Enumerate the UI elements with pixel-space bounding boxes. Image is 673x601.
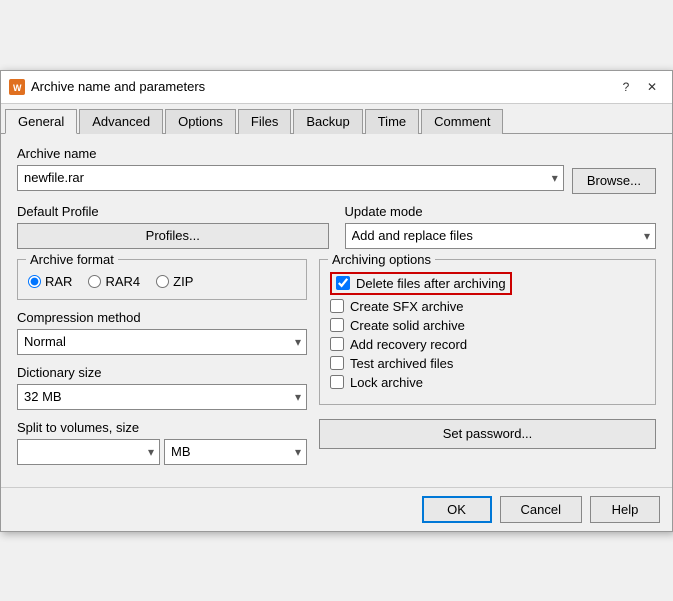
- split-unit-wrapper: B KB MB GB: [164, 439, 307, 465]
- dictionary-size-label: Dictionary size: [17, 365, 307, 380]
- archive-format-label: Archive format: [26, 252, 118, 267]
- delete-files-checkbox[interactable]: [336, 276, 350, 290]
- tab-backup[interactable]: Backup: [293, 109, 362, 134]
- compression-method-select[interactable]: Store Fastest Fast Normal Good Best: [17, 329, 307, 355]
- archive-name-row: Archive name newfile.rar Browse...: [17, 146, 656, 194]
- tab-comment[interactable]: Comment: [421, 109, 503, 134]
- option-create-sfx[interactable]: Create SFX archive: [330, 299, 645, 314]
- set-password-button[interactable]: Set password...: [319, 419, 656, 449]
- test-archived-checkbox[interactable]: [330, 356, 344, 370]
- radio-zip-input[interactable]: [156, 275, 169, 288]
- option-delete-files[interactable]: Delete files after archiving: [336, 276, 506, 291]
- radio-rar[interactable]: RAR: [28, 274, 72, 289]
- lock-archive-checkbox[interactable]: [330, 375, 344, 389]
- compression-method-label: Compression method: [17, 310, 307, 325]
- option-create-solid[interactable]: Create solid archive: [330, 318, 645, 333]
- radio-rar4[interactable]: RAR4: [88, 274, 140, 289]
- compression-method-group: Compression method Store Fastest Fast No…: [17, 310, 307, 355]
- radio-zip[interactable]: ZIP: [156, 274, 193, 289]
- profile-update-row: Default Profile Profiles... Update mode …: [17, 204, 656, 249]
- title-bar: W Archive name and parameters ? ✕: [1, 71, 672, 104]
- svg-text:W: W: [13, 83, 22, 93]
- window-title: Archive name and parameters: [31, 79, 614, 94]
- window-icon: W: [9, 79, 25, 95]
- main-content: Archive name newfile.rar Browse... Defau…: [1, 134, 672, 487]
- footer: OK Cancel Help: [1, 487, 672, 531]
- add-recovery-label: Add recovery record: [350, 337, 467, 352]
- split-value-select[interactable]: [17, 439, 160, 465]
- create-solid-label: Create solid archive: [350, 318, 465, 333]
- option-delete-files-wrapper: Delete files after archiving: [330, 268, 645, 295]
- split-value-wrapper: [17, 439, 160, 465]
- help-footer-button[interactable]: Help: [590, 496, 660, 523]
- create-sfx-checkbox[interactable]: [330, 299, 344, 313]
- archive-name-input[interactable]: newfile.rar: [17, 165, 564, 191]
- delete-files-highlight: Delete files after archiving: [330, 272, 512, 295]
- add-recovery-checkbox[interactable]: [330, 337, 344, 351]
- dictionary-size-wrapper: 128 KB 256 KB 512 KB 1 MB 2 MB 4 MB 8 MB…: [17, 384, 307, 410]
- dictionary-size-group: Dictionary size 128 KB 256 KB 512 KB 1 M…: [17, 365, 307, 410]
- archiving-options-group: Archiving options Delete files after arc…: [319, 259, 656, 405]
- browse-button[interactable]: Browse...: [572, 168, 656, 194]
- close-button[interactable]: ✕: [640, 77, 664, 97]
- delete-files-label: Delete files after archiving: [356, 276, 506, 291]
- tab-general[interactable]: General: [5, 109, 77, 134]
- tab-advanced[interactable]: Advanced: [79, 109, 163, 134]
- radio-rar4-input[interactable]: [88, 275, 101, 288]
- option-lock-archive[interactable]: Lock archive: [330, 375, 645, 390]
- default-profile-label: Default Profile: [17, 204, 329, 219]
- tab-time[interactable]: Time: [365, 109, 419, 134]
- update-mode-label: Update mode: [345, 204, 657, 219]
- option-add-recovery[interactable]: Add recovery record: [330, 337, 645, 352]
- default-profile-col: Default Profile Profiles...: [17, 204, 329, 249]
- archive-name-label: Archive name: [17, 146, 564, 161]
- test-archived-label: Test archived files: [350, 356, 453, 371]
- tab-options[interactable]: Options: [165, 109, 236, 134]
- compression-method-wrapper: Store Fastest Fast Normal Good Best: [17, 329, 307, 355]
- tab-bar: General Advanced Options Files Backup Ti…: [1, 104, 672, 134]
- main-window: W Archive name and parameters ? ✕ Genera…: [0, 70, 673, 532]
- update-mode-select[interactable]: Add and replace files Update and add fil…: [345, 223, 657, 249]
- archive-format-radio-group: RAR RAR4 ZIP: [28, 268, 296, 289]
- radio-rar-label: RAR: [45, 274, 72, 289]
- update-mode-dropdown-wrapper: Add and replace files Update and add fil…: [345, 223, 657, 249]
- update-mode-col: Update mode Add and replace files Update…: [345, 204, 657, 249]
- archive-name-dropdown-wrapper: newfile.rar: [17, 165, 564, 191]
- tab-files[interactable]: Files: [238, 109, 291, 134]
- split-row: B KB MB GB: [17, 439, 307, 465]
- help-button[interactable]: ?: [614, 77, 638, 97]
- right-panel: Archiving options Delete files after arc…: [319, 259, 656, 475]
- archive-format-group: Archive format RAR RAR4 ZIP: [17, 259, 307, 300]
- split-unit-select[interactable]: B KB MB GB: [164, 439, 307, 465]
- create-sfx-label: Create SFX archive: [350, 299, 463, 314]
- lock-archive-label: Lock archive: [350, 375, 423, 390]
- profiles-button[interactable]: Profiles...: [17, 223, 329, 249]
- dictionary-size-select[interactable]: 128 KB 256 KB 512 KB 1 MB 2 MB 4 MB 8 MB…: [17, 384, 307, 410]
- left-panel: Archive format RAR RAR4 ZIP: [17, 259, 307, 475]
- cancel-button[interactable]: Cancel: [500, 496, 582, 523]
- radio-rar4-label: RAR4: [105, 274, 140, 289]
- radio-rar-input[interactable]: [28, 275, 41, 288]
- radio-zip-label: ZIP: [173, 274, 193, 289]
- create-solid-checkbox[interactable]: [330, 318, 344, 332]
- main-area: Archive format RAR RAR4 ZIP: [17, 259, 656, 475]
- option-test-archived[interactable]: Test archived files: [330, 356, 645, 371]
- title-bar-controls: ? ✕: [614, 77, 664, 97]
- split-volumes-group: Split to volumes, size B KB MB: [17, 420, 307, 465]
- split-volumes-label: Split to volumes, size: [17, 420, 307, 435]
- archive-name-group: Archive name newfile.rar: [17, 146, 564, 191]
- ok-button[interactable]: OK: [422, 496, 492, 523]
- archiving-options-label: Archiving options: [328, 252, 435, 267]
